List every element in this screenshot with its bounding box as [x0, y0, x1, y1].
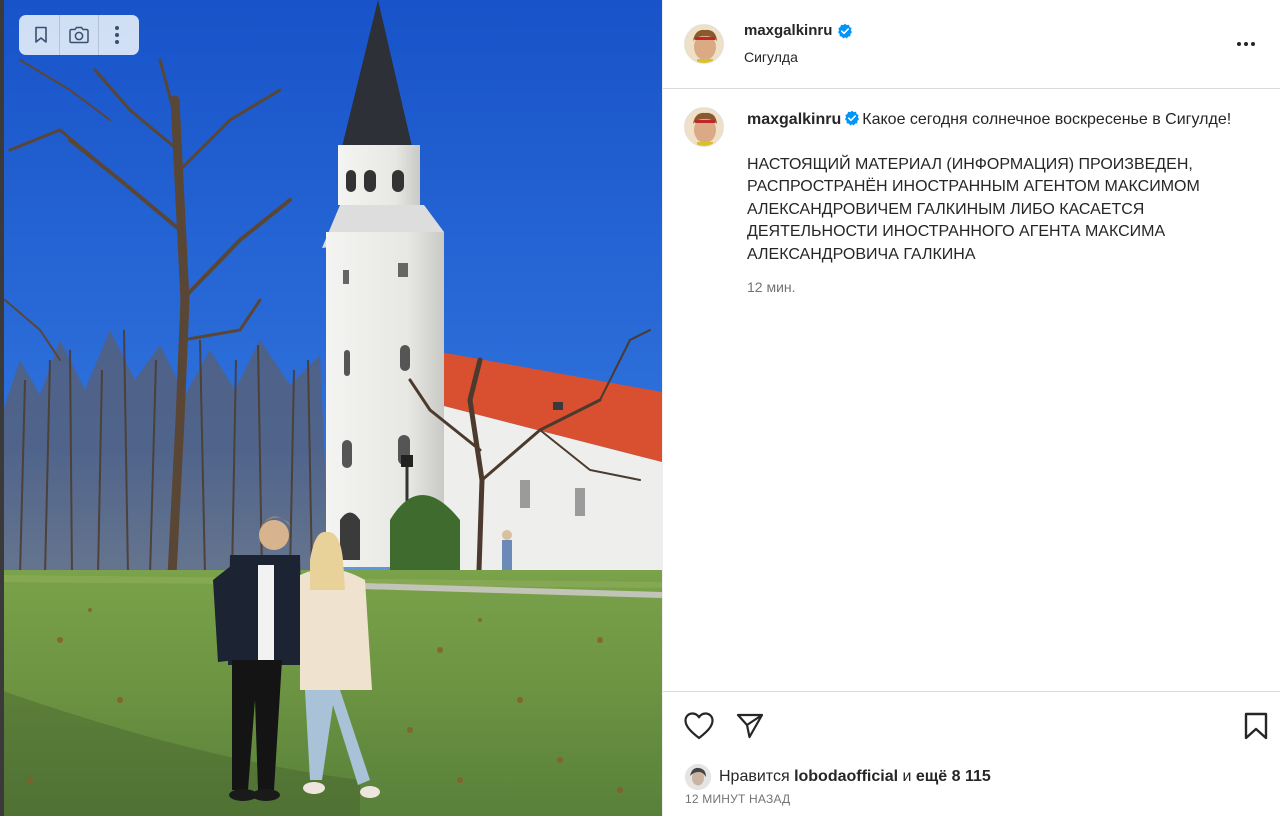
verified-badge-icon — [838, 23, 853, 38]
likes-and: и — [902, 768, 912, 785]
more-vertical-icon[interactable] — [100, 18, 134, 52]
bookmark-icon[interactable] — [24, 18, 58, 52]
post-time-ago[interactable]: 12 МИНУТ НАЗАД — [685, 792, 790, 806]
verified-badge-icon — [845, 110, 860, 126]
toolbar-divider — [59, 15, 61, 55]
toolbar-divider — [97, 15, 99, 55]
share-icon[interactable] — [733, 709, 767, 743]
more-horizontal-icon[interactable] — [1233, 31, 1259, 57]
save-icon[interactable] — [1239, 709, 1273, 743]
user-avatar[interactable] — [684, 24, 724, 64]
post-location[interactable]: Сигулда — [744, 49, 798, 65]
window-edge — [0, 0, 4, 816]
likes-count[interactable]: ещё 8 115 — [916, 768, 991, 786]
caption-username[interactable]: maxgalkinru — [747, 111, 841, 128]
post-actions: Нравится lobodaofficial и ещё 8 115 12 М… — [663, 691, 1280, 816]
likes-prefix: Нравится — [719, 768, 790, 785]
photo-scene — [0, 0, 662, 816]
caption-avatar[interactable] — [684, 107, 724, 147]
image-toolbar — [19, 15, 139, 55]
liker-avatar[interactable] — [685, 764, 711, 790]
post-header: maxgalkinru Сигулда — [663, 0, 1280, 89]
username-text[interactable]: maxgalkinru — [744, 22, 832, 39]
caption-timestamp[interactable]: 12 мин. — [747, 276, 1237, 299]
heart-icon[interactable] — [682, 709, 716, 743]
camera-search-icon[interactable] — [62, 18, 96, 52]
caption-body: maxgalkinru Какое сегодня солнечное воскр… — [747, 109, 1237, 299]
caption-text-line2: НАСТОЯЩИЙ МАТЕРИАЛ (ИНФОРМАЦИЯ) ПРОИЗВЕД… — [747, 155, 1200, 263]
liked-by-user[interactable]: lobodaofficial — [794, 768, 898, 786]
caption-text-line1: Какое сегодня солнечное воскресенье в Си… — [862, 111, 1232, 128]
likes-summary: Нравится lobodaofficial и ещё 8 115 — [685, 764, 991, 790]
post-username[interactable]: maxgalkinru — [744, 22, 853, 39]
caption-first-paragraph: maxgalkinru Какое сегодня солнечное воскр… — [747, 109, 1237, 132]
post-photo[interactable] — [0, 0, 662, 816]
post-side-panel: maxgalkinru Сигулда maxgalkinru Какое сег… — [662, 0, 1280, 816]
